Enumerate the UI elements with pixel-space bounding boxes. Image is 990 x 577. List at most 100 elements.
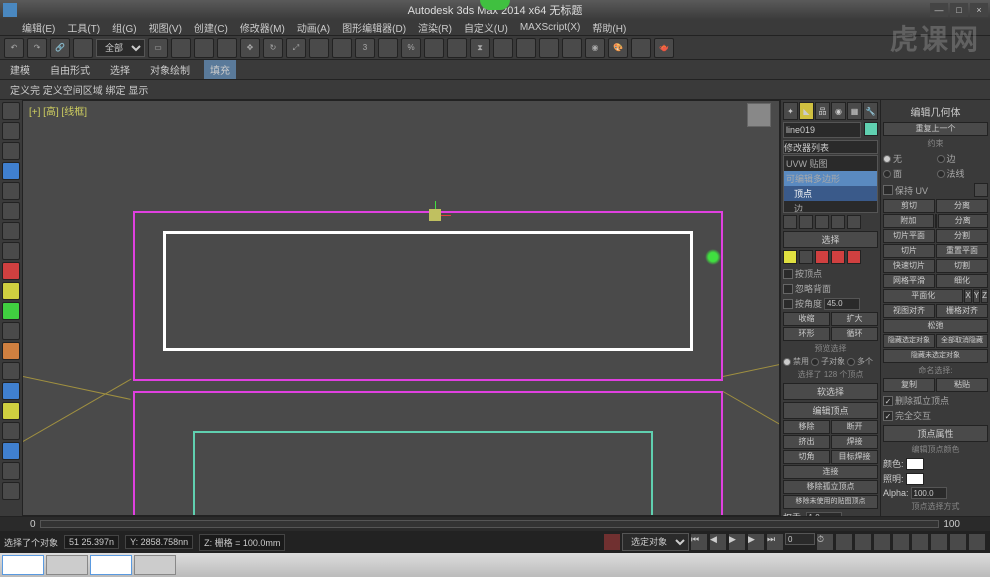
render-button[interactable]: 🫖 bbox=[654, 38, 674, 58]
create-tab[interactable]: ✦ bbox=[783, 102, 798, 120]
render-frame-button[interactable] bbox=[631, 38, 651, 58]
slice-btn[interactable]: 切片 bbox=[883, 244, 935, 258]
render-setup-button[interactable]: 🎨 bbox=[608, 38, 628, 58]
nav-5[interactable] bbox=[911, 533, 929, 551]
play-button[interactable]: ▶ bbox=[728, 533, 746, 551]
hierarchy-tab[interactable]: 品 bbox=[815, 102, 830, 120]
connect-button[interactable]: 连接 bbox=[783, 465, 878, 479]
menu-help[interactable]: 帮助(H) bbox=[590, 20, 628, 35]
lt-20[interactable] bbox=[2, 482, 20, 500]
object-name-field[interactable]: line019 bbox=[783, 122, 861, 138]
detach-btn[interactable]: 分离 bbox=[938, 214, 989, 228]
preserve-uv-settings[interactable] bbox=[974, 183, 988, 197]
make-unique[interactable] bbox=[815, 215, 829, 229]
lt-3[interactable] bbox=[2, 142, 20, 160]
by-vertex-check[interactable] bbox=[783, 269, 793, 279]
selection-filter[interactable]: 全部 bbox=[96, 39, 145, 57]
tab-objpaint[interactable]: 对象绘制 bbox=[144, 60, 196, 79]
preserve-uv-check[interactable] bbox=[883, 185, 893, 195]
task-3[interactable] bbox=[90, 555, 132, 575]
modifier-list[interactable]: 修改器列表 bbox=[783, 140, 878, 154]
link-button[interactable]: 🔗 bbox=[50, 38, 70, 58]
subobj-edge[interactable] bbox=[799, 250, 813, 264]
tab-selection[interactable]: 选择 bbox=[104, 60, 136, 79]
window-crossing-button[interactable] bbox=[217, 38, 237, 58]
subobj-vertex[interactable] bbox=[783, 250, 797, 264]
lt-14[interactable] bbox=[2, 362, 20, 380]
c-normal[interactable] bbox=[937, 170, 945, 178]
lt-19[interactable] bbox=[2, 462, 20, 480]
menu-graph[interactable]: 图形编辑器(D) bbox=[340, 20, 408, 35]
unlink-button[interactable] bbox=[73, 38, 93, 58]
break-button[interactable]: 断开 bbox=[831, 420, 878, 434]
autokey-button[interactable] bbox=[603, 533, 621, 551]
mod-vertex[interactable]: 顶点 bbox=[784, 186, 877, 201]
hide-sel-btn[interactable]: 隐藏选定对象 bbox=[883, 334, 935, 348]
y-btn[interactable]: Y bbox=[973, 289, 980, 303]
cut-btn[interactable]: 切割 bbox=[936, 259, 988, 273]
nav-1[interactable] bbox=[835, 533, 853, 551]
nav-2[interactable] bbox=[854, 533, 872, 551]
object-color[interactable] bbox=[864, 122, 878, 136]
ring-button[interactable]: 环形 bbox=[783, 327, 830, 341]
lt-12[interactable] bbox=[2, 322, 20, 340]
remove-mod[interactable] bbox=[831, 215, 845, 229]
create-btn[interactable]: 剪切 bbox=[883, 199, 935, 213]
c-edge[interactable] bbox=[937, 155, 945, 163]
shrink-button[interactable]: 收缩 bbox=[783, 312, 830, 326]
lt-9[interactable] bbox=[2, 262, 20, 280]
angle-spinner[interactable] bbox=[824, 298, 860, 310]
utilities-tab[interactable]: 🔧 bbox=[863, 102, 878, 120]
undo-button[interactable]: ↶ bbox=[4, 38, 24, 58]
curve-editor-button[interactable] bbox=[539, 38, 559, 58]
mirror-button[interactable]: ⧗ bbox=[470, 38, 490, 58]
menu-maxscript[interactable]: MAXScript(X) bbox=[518, 22, 583, 33]
menu-tools[interactable]: 工具(T) bbox=[65, 20, 102, 35]
c-face[interactable] bbox=[883, 170, 891, 178]
lt-1[interactable] bbox=[2, 102, 20, 120]
goto-start[interactable]: ⏮ bbox=[690, 533, 708, 551]
grow-button[interactable]: 扩大 bbox=[831, 312, 878, 326]
full-int-check[interactable] bbox=[883, 411, 893, 421]
loop-button[interactable]: 循环 bbox=[831, 327, 878, 341]
vc-illum[interactable] bbox=[906, 473, 924, 485]
mod-epoly[interactable]: 可编辑多边形 bbox=[784, 171, 877, 186]
menu-views[interactable]: 视图(V) bbox=[147, 20, 184, 35]
menu-animation[interactable]: 动画(A) bbox=[295, 20, 332, 35]
close-button[interactable]: × bbox=[970, 3, 988, 17]
snap-button[interactable]: 3 bbox=[355, 38, 375, 58]
x-btn[interactable]: X bbox=[964, 289, 971, 303]
time-track[interactable] bbox=[40, 520, 940, 528]
modify-tab[interactable]: ◣ bbox=[799, 102, 814, 120]
pin-stack[interactable] bbox=[783, 215, 797, 229]
remove-iso-button[interactable]: 移除孤立顶点 bbox=[783, 480, 878, 494]
tab-modeling[interactable]: 建模 bbox=[4, 60, 36, 79]
nav-8[interactable] bbox=[968, 533, 986, 551]
reset-plane-btn[interactable]: 重置平面 bbox=[936, 244, 988, 258]
lt-4[interactable] bbox=[2, 162, 20, 180]
lt-7[interactable] bbox=[2, 222, 20, 240]
timeline[interactable]: 0 100 bbox=[0, 517, 990, 531]
pivot-button[interactable] bbox=[332, 38, 352, 58]
display-tab[interactable]: ▦ bbox=[847, 102, 862, 120]
subobj-border[interactable] bbox=[815, 250, 829, 264]
layer-button[interactable] bbox=[516, 38, 536, 58]
target-weld-button[interactable]: 目标焊接 bbox=[831, 450, 878, 464]
rollout-editverts[interactable]: 编辑顶点 bbox=[783, 402, 878, 419]
task-1[interactable] bbox=[2, 555, 44, 575]
frame-field[interactable] bbox=[785, 533, 815, 545]
prev-off[interactable] bbox=[783, 358, 791, 366]
ribbon-sub-labels[interactable]: 定义完 定义空间区域 绑定 显示 bbox=[4, 80, 154, 99]
unhide-all-btn[interactable]: 全部取消隐藏 bbox=[936, 334, 988, 348]
status-x[interactable]: 51 25.397n bbox=[64, 535, 119, 549]
menu-edit[interactable]: 编辑(E) bbox=[20, 20, 57, 35]
paste-btn[interactable]: 粘贴 bbox=[936, 378, 988, 392]
viewport[interactable]: [+] [高] [线框] bbox=[22, 100, 780, 516]
rotate-button[interactable]: ↻ bbox=[263, 38, 283, 58]
ignore-backface-check[interactable] bbox=[783, 284, 793, 294]
extrude-button[interactable]: 挤出 bbox=[783, 435, 830, 449]
modifier-stack[interactable]: UVW 贴图 可编辑多边形 顶点 边 边界 多边形 元素 bbox=[783, 155, 878, 213]
rollout-softsel[interactable]: 软选择 bbox=[783, 383, 878, 400]
repeat-button[interactable]: 重复上一个 bbox=[883, 122, 988, 136]
mod-edge[interactable]: 边 bbox=[784, 201, 877, 213]
